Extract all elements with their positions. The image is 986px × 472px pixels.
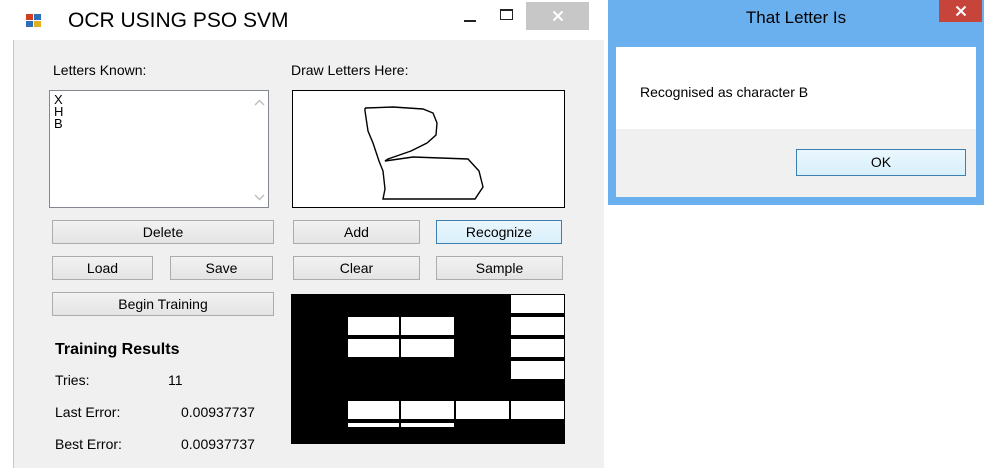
- grid-cell: [348, 423, 399, 427]
- minimize-button[interactable]: [453, 2, 487, 32]
- draw-letters-label: Draw Letters Here:: [291, 62, 409, 78]
- dialog-close-button[interactable]: [939, 0, 982, 22]
- app-window-icon: [26, 14, 42, 27]
- close-button[interactable]: [526, 2, 589, 30]
- grid-cell: [348, 317, 399, 335]
- main-window: OCR USING PSO SVM Letters Known: Draw Le…: [13, 0, 604, 468]
- best-error-label: Best Error:: [55, 436, 122, 452]
- grid-cell: [348, 339, 399, 357]
- training-results-heading: Training Results: [55, 341, 180, 358]
- dialog-title: That Letter Is: [745, 8, 847, 27]
- list-scrollbar[interactable]: [251, 91, 268, 207]
- save-button[interactable]: Save: [170, 256, 273, 280]
- best-error-value: 0.00937737: [181, 436, 255, 452]
- clear-button[interactable]: Clear: [293, 256, 420, 280]
- window-frame: [13, 40, 14, 468]
- grid-cell: [511, 295, 564, 313]
- sample-button[interactable]: Sample: [436, 256, 563, 280]
- dialog-message-area: Recognised as character B: [616, 47, 976, 129]
- last-error-value: 0.00937737: [181, 404, 255, 420]
- main-title-bar[interactable]: OCR USING PSO SVM: [13, 0, 604, 40]
- letters-known-label: Letters Known:: [53, 62, 147, 78]
- delete-button[interactable]: Delete: [52, 220, 274, 244]
- begin-training-button[interactable]: Begin Training: [52, 292, 274, 316]
- last-error-label: Last Error:: [55, 404, 121, 420]
- dialog-message: Recognised as character B: [640, 84, 809, 100]
- close-icon: [955, 5, 966, 17]
- dialog-body: Recognised as character B OK: [616, 47, 976, 197]
- ok-button[interactable]: OK: [796, 149, 966, 176]
- grid-cell: [401, 339, 454, 357]
- grid-cell: [348, 401, 399, 419]
- grid-cell: [456, 401, 509, 419]
- grid-cell: [511, 317, 564, 335]
- recognize-button[interactable]: Recognize: [436, 220, 562, 244]
- tries-label: Tries:: [55, 372, 90, 388]
- letters-listbox[interactable]: X H B: [49, 90, 269, 208]
- maximize-button[interactable]: [489, 2, 523, 32]
- grid-cell: [401, 401, 454, 419]
- chevron-up-icon[interactable]: [254, 99, 265, 106]
- grid-cell: [401, 317, 454, 335]
- drawing-canvas[interactable]: [292, 90, 565, 208]
- grid-cell: [511, 339, 564, 357]
- add-button[interactable]: Add: [293, 220, 420, 244]
- list-item[interactable]: B: [54, 117, 63, 130]
- result-dialog: That Letter Is Recognised as character B…: [608, 0, 984, 205]
- tries-value: 11: [168, 372, 183, 388]
- downsample-grid: [291, 294, 565, 444]
- grid-cell: [511, 401, 564, 419]
- grid-cell: [511, 361, 564, 379]
- minimize-icon: [464, 20, 476, 22]
- maximize-icon: [500, 9, 513, 20]
- load-button[interactable]: Load: [52, 256, 153, 280]
- grid-cell: [401, 423, 454, 427]
- window-title: OCR USING PSO SVM: [68, 9, 289, 32]
- drawn-letter-sketch: [364, 106, 484, 200]
- chevron-down-icon[interactable]: [254, 194, 265, 201]
- close-icon: [552, 10, 563, 22]
